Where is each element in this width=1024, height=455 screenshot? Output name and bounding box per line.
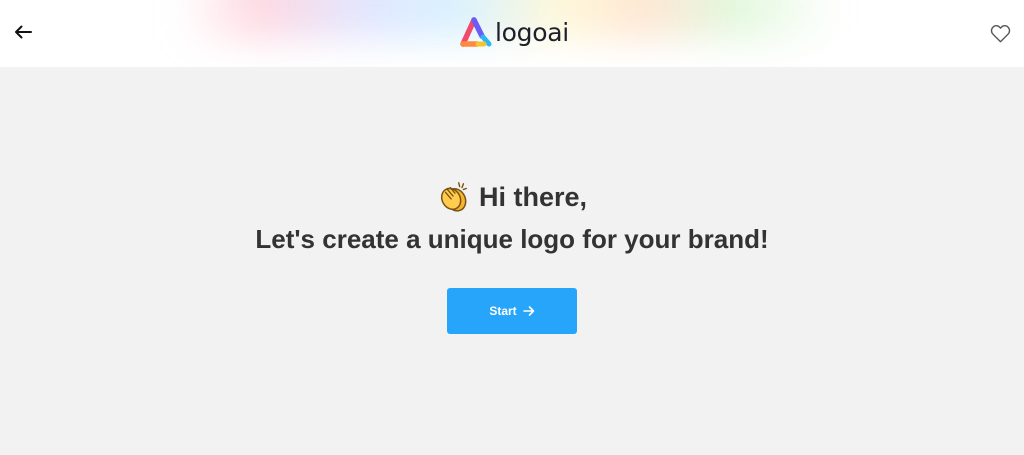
heart-outline-icon: [990, 24, 1010, 42]
clapping-hands-icon: [440, 182, 467, 212]
start-button-label: Start: [489, 304, 517, 318]
greeting-text: Hi there,: [478, 181, 588, 212]
main-content: Hi there, Let's create a unique logo for…: [0, 67, 1024, 455]
top-header: logoai: [0, 0, 1024, 67]
page-subtitle: Let's create a unique logo for your bran…: [255, 224, 769, 254]
favorite-button[interactable]: [988, 21, 1012, 45]
back-button[interactable]: [10, 19, 36, 45]
arrow-left-icon: [15, 25, 32, 39]
logo-mark-icon: [460, 17, 492, 47]
start-button[interactable]: Start: [447, 288, 577, 334]
logoai-logo[interactable]: logoai: [460, 16, 569, 48]
arrow-right-icon: [522, 306, 534, 316]
greeting-heading: Hi there,: [0, 180, 1024, 214]
logo-text: logoai: [495, 17, 569, 47]
